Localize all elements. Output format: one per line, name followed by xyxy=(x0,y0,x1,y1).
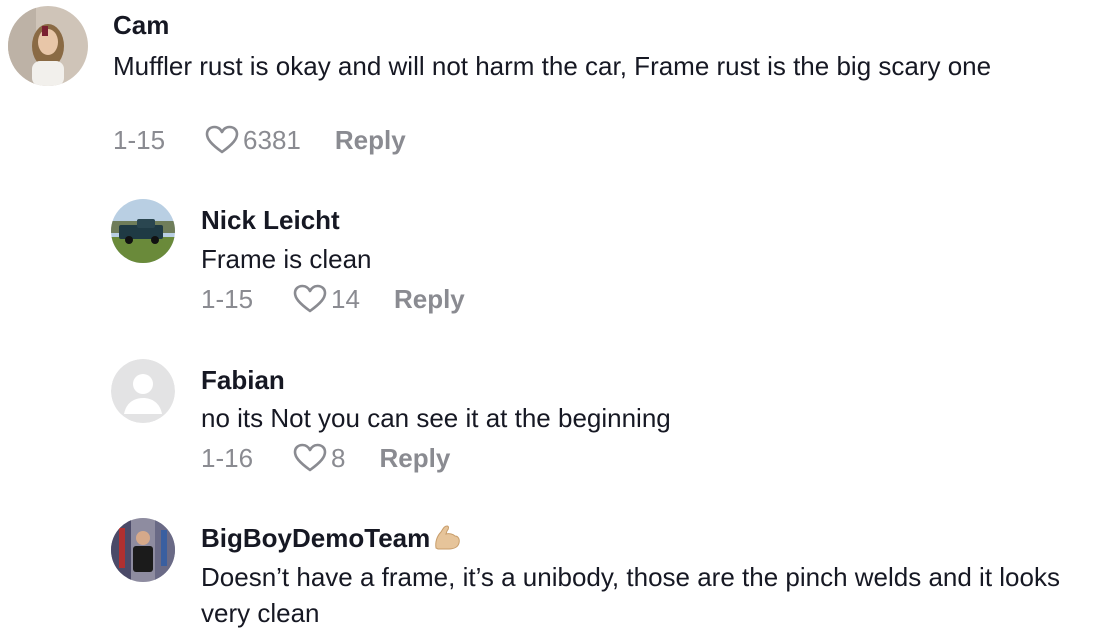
comment-date: 1-16 xyxy=(201,442,254,473)
reply-button[interactable]: Reply xyxy=(380,443,451,474)
like-button[interactable]: 14 xyxy=(293,284,360,315)
like-count: 8 xyxy=(331,442,346,473)
like-button[interactable]: 8 xyxy=(293,442,346,474)
heart-outline-icon xyxy=(293,284,327,313)
comment-date: 1-15 xyxy=(201,283,254,314)
user-photo xyxy=(111,518,175,582)
reply-button[interactable]: Reply xyxy=(335,125,406,156)
avatar[interactable] xyxy=(111,199,175,263)
username[interactable]: Cam xyxy=(113,9,169,41)
reply-button[interactable]: Reply xyxy=(394,284,465,315)
comment-meta: 1-15 14 Reply xyxy=(201,281,465,317)
username-text: BigBoyDemoTeam xyxy=(201,523,431,553)
reply-item: BigBoyDemoTeam Doesn’t have a frame, it’… xyxy=(0,514,1096,638)
heart-outline-icon xyxy=(293,443,327,472)
comment-text: no its Not you can see it at the beginni… xyxy=(201,403,671,433)
avatar[interactable] xyxy=(111,359,175,423)
like-count: 6381 xyxy=(243,124,301,155)
truck-photo xyxy=(111,199,175,263)
comment-item: Cam Muffler rust is okay and will not ha… xyxy=(0,0,1096,170)
avatar[interactable] xyxy=(111,518,175,582)
like-count: 14 xyxy=(331,283,360,314)
comment-meta: 1-15 6381 Reply xyxy=(113,122,406,158)
comment-text: Frame is clean xyxy=(201,244,372,274)
comment-text: Doesn’t have a frame, it’s a unibody, th… xyxy=(201,562,1060,628)
avatar[interactable] xyxy=(8,6,88,86)
flexed-biceps-emoji xyxy=(432,524,462,557)
heart-outline-icon xyxy=(205,125,239,154)
comment-date: 1-15 xyxy=(113,124,166,155)
reply-item: Nick Leicht Frame is clean 1-15 14 Reply xyxy=(0,195,1096,325)
default-person-icon xyxy=(111,359,175,423)
username[interactable]: BigBoyDemoTeam xyxy=(201,522,462,557)
comment-text: Muffler rust is okay and will not harm t… xyxy=(113,51,992,81)
username[interactable]: Fabian xyxy=(201,364,285,396)
username[interactable]: Nick Leicht xyxy=(201,204,340,236)
comment-meta: 1-16 8 Reply xyxy=(201,440,450,476)
user-photo xyxy=(8,6,88,86)
like-button[interactable]: 6381 xyxy=(205,125,301,156)
reply-item: Fabian no its Not you can see it at the … xyxy=(0,355,1096,485)
